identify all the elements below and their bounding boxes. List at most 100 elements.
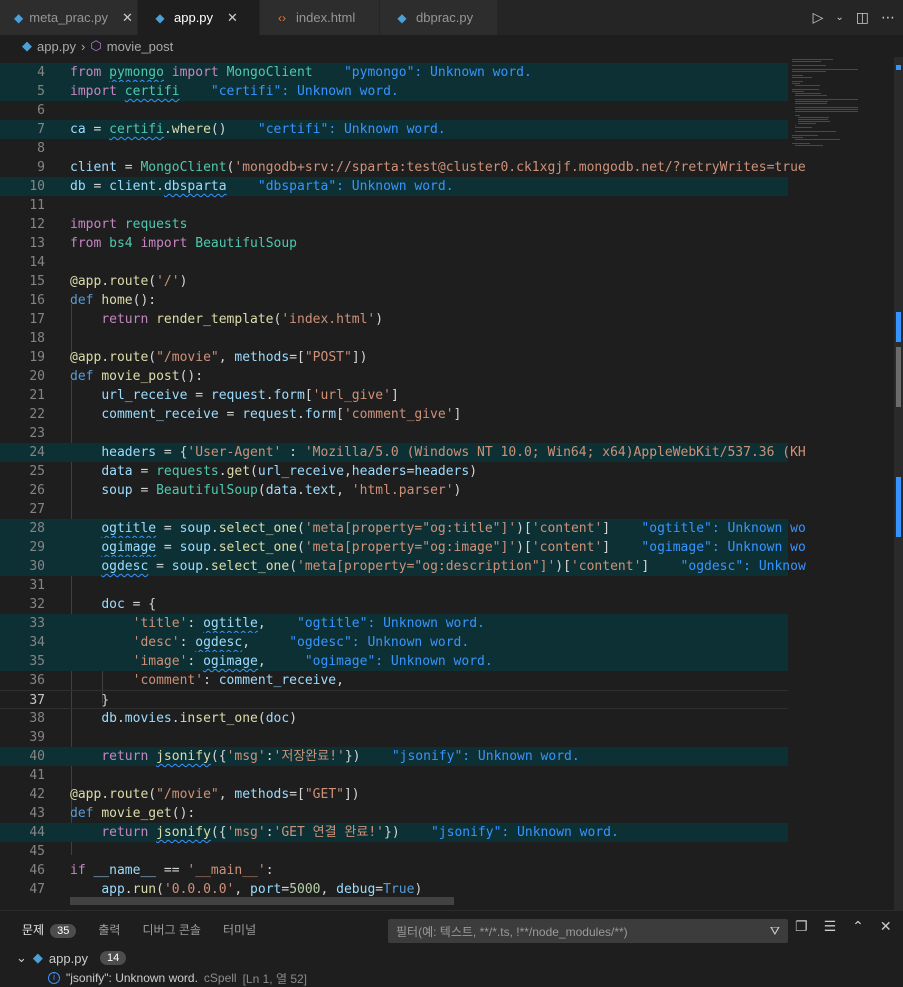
collapse-all-icon[interactable]: ❐ (795, 919, 808, 935)
close-icon[interactable]: ✕ (122, 10, 133, 26)
code-text: @app.route('/') (70, 274, 188, 289)
line-number: 13 (29, 236, 45, 251)
line-number: 9 (37, 160, 45, 175)
line-number: 32 (29, 597, 45, 612)
code-line[interactable]: 25 data = requests.get(url_receive,heade… (0, 462, 788, 481)
minimap-line (797, 121, 830, 122)
tab-dbprac-py[interactable]: ◆ dbprac.py (380, 0, 498, 35)
problem-item[interactable]: i "jsonify": Unknown word. cSpell [Ln 1,… (48, 969, 307, 987)
line-number: 10 (29, 179, 45, 194)
run-dropdown-icon[interactable]: ⌄ (835, 12, 843, 23)
code-line[interactable]: 17 return render_template('index.html') (0, 310, 788, 329)
code-line[interactable]: 43 def movie_get(): (0, 804, 788, 823)
problem-message: "jsonify": Unknown word. (66, 971, 198, 985)
code-line[interactable]: 38 db.movies.insert_one(doc) (0, 709, 788, 728)
close-panel-icon[interactable]: ✕ (880, 919, 892, 935)
code-line[interactable]: 6 (0, 101, 788, 120)
code-line[interactable]: 27 (0, 500, 788, 519)
code-line[interactable]: 5 import certifi "certifi": Unknown word. (0, 82, 788, 101)
tab-meta_prac-py[interactable]: ◆ meta_prac.py ✕ (0, 0, 138, 35)
code-line[interactable]: 14 (0, 253, 788, 272)
code-text: @app.route("/movie", methods=["GET"]) (70, 787, 360, 802)
code-line[interactable]: 46 if __name__ == '__main__': (0, 861, 788, 880)
filter-icon[interactable]: ⛛ (770, 924, 780, 939)
code-line[interactable]: 42 @app.route("/movie", methods=["GET"]) (0, 785, 788, 804)
panel-tab[interactable]: 디버그 콘솔 (142, 921, 201, 938)
panel-tab[interactable]: 터미널 (223, 921, 256, 938)
minimap-line (792, 81, 803, 82)
line-number: 25 (29, 464, 45, 479)
problem-group[interactable]: ⌄ ◆ app.py 14 (16, 948, 127, 968)
code-line[interactable]: 4 from pymongo import MongoClient "pymong… (0, 63, 788, 82)
code-line[interactable]: 28 ogtitle = soup.select_one('meta[prope… (0, 519, 806, 538)
problem-count-badge: 14 (99, 951, 127, 965)
line-number: 22 (29, 407, 45, 422)
code-line[interactable]: 32 doc = { (0, 595, 788, 614)
minimap-line (792, 135, 818, 136)
code-text: } (70, 693, 110, 708)
code-editor[interactable]: 4 from pymongo import MongoClient "pymong… (0, 57, 903, 910)
run-icon[interactable]: ▷ (813, 10, 824, 26)
code-line[interactable]: 7 ca = certifi.where() "certifi": Unknown… (0, 120, 788, 139)
code-line[interactable]: 21 url_receive = request.form['url_give'… (0, 386, 788, 405)
split-editor-icon[interactable]: ◫ (856, 10, 869, 26)
code-line[interactable]: 18 (0, 329, 788, 348)
line-number: 28 (29, 521, 45, 536)
minimap-line (792, 91, 804, 92)
code-line[interactable]: 9 client = MongoClient('mongodb+srv://spa… (0, 158, 806, 177)
code-line[interactable]: 16 def home(): (0, 291, 788, 310)
more-actions-icon[interactable]: ⋯ (881, 10, 895, 26)
code-line[interactable]: 33 'title': ogtitle, "ogtitle": Unknown … (0, 614, 788, 633)
code-line[interactable]: 11 (0, 196, 788, 215)
line-number: 7 (37, 122, 45, 137)
vertical-scrollbar[interactable] (894, 57, 903, 910)
code-line[interactable]: 15 @app.route('/') (0, 272, 788, 291)
line-number: 40 (29, 749, 45, 764)
code-text: ca = certifi.where() "certifi": Unknown … (70, 122, 446, 137)
line-number: 30 (29, 559, 45, 574)
code-line[interactable]: 37 } (0, 690, 788, 709)
code-text: 'title': ogtitle, "ogtitle": Unknown wor… (132, 616, 485, 631)
breadcrumb-symbol[interactable]: movie_post (107, 39, 173, 54)
minimap[interactable] (792, 57, 884, 910)
code-line[interactable]: 10 db = client.dbsparta "dbsparta": Unkno… (0, 177, 788, 196)
code-line[interactable]: 47 app.run('0.0.0.0', port=5000, debug=T… (0, 880, 788, 899)
code-line[interactable]: 26 soup = BeautifulSoup(data.text, 'html… (0, 481, 788, 500)
panel-tab[interactable]: 출력 (98, 921, 120, 938)
minimap-line (794, 85, 820, 86)
code-line[interactable]: 8 (0, 139, 788, 158)
code-line[interactable]: 19 @app.route("/movie", methods=["POST"]) (0, 348, 788, 367)
tab-app-py[interactable]: ◆ app.py ✕ (138, 0, 260, 35)
maximize-panel-icon[interactable]: ⌃ (852, 919, 864, 935)
problems-filter-input[interactable]: 필터(예: 텍스트, **/*.ts, !**/node_modules/**)… (388, 919, 788, 943)
breadcrumb-file[interactable]: app.py (37, 39, 76, 54)
code-line[interactable]: 24 headers = {'User-Agent' : 'Mozilla/5.… (0, 443, 806, 462)
code-line[interactable]: 40 return jsonify({'msg':'저장완료!'}) "json… (0, 747, 788, 766)
code-line[interactable]: 35 'image': ogimage, "ogimage": Unknown … (0, 652, 788, 671)
list-view-icon[interactable]: ☰ (824, 919, 837, 935)
code-line[interactable]: 22 comment_receive = request.form['comme… (0, 405, 788, 424)
code-line[interactable]: 41 (0, 766, 788, 785)
code-line[interactable]: 29 ogimage = soup.select_one('meta[prope… (0, 538, 806, 557)
method-icon: ⬡ (90, 38, 102, 53)
code-line[interactable]: 20 def movie_post(): (0, 367, 788, 386)
code-line[interactable]: 39 (0, 728, 788, 747)
code-line[interactable]: 12 import requests (0, 215, 788, 234)
code-line[interactable]: 34 'desc': ogdesc, "ogdesc": Unknown wor… (0, 633, 788, 652)
code-line[interactable]: 30 ogdesc = soup.select_one('meta[proper… (0, 557, 806, 576)
info-icon: i (48, 972, 60, 984)
minimap-line (792, 83, 800, 84)
panel-tab[interactable]: 문제 35 (22, 921, 77, 938)
code-line[interactable]: 23 (0, 424, 788, 443)
code-line[interactable]: 45 (0, 842, 788, 861)
chevron-down-icon[interactable]: ⌄ (16, 950, 27, 966)
code-line[interactable]: 31 (0, 576, 788, 595)
line-number: 19 (29, 350, 45, 365)
tab-index-html[interactable]: ‹› index.html (260, 0, 380, 35)
code-line[interactable]: 44 return jsonify({'msg':'GET 연결 완료!'}) … (0, 823, 788, 842)
line-number: 31 (29, 578, 45, 593)
code-line[interactable]: 13 from bs4 import BeautifulSoup (0, 234, 788, 253)
close-icon[interactable]: ✕ (227, 10, 238, 26)
code-line[interactable]: 36 'comment': comment_receive, (0, 671, 788, 690)
panel-tab-label: 디버그 콘솔 (142, 922, 201, 937)
